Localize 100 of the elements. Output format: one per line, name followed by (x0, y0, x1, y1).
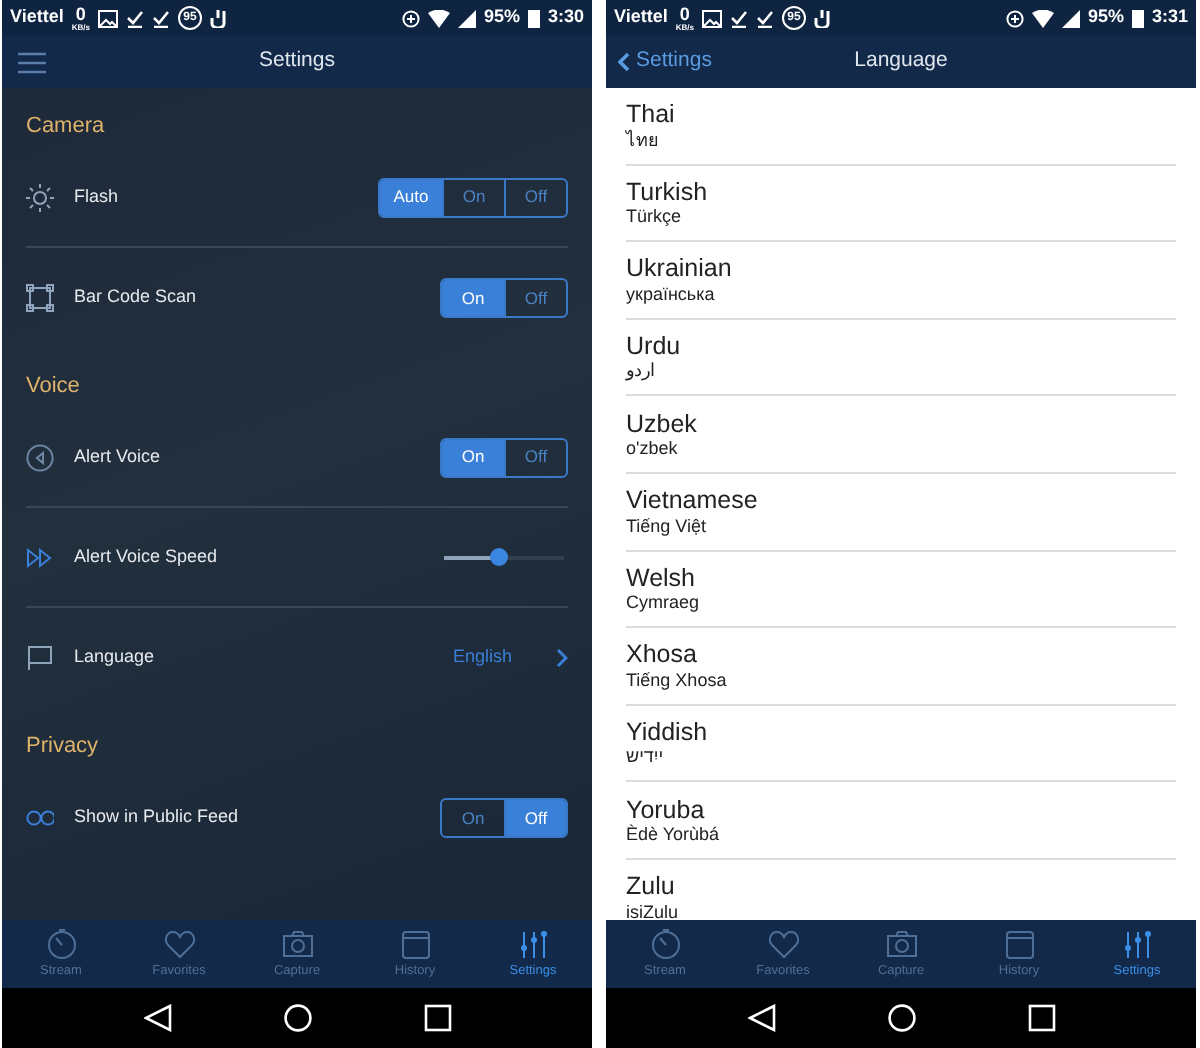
checkmark-icon (125, 9, 144, 27)
sliders-icon (517, 927, 549, 960)
stopwatch-icon (45, 927, 77, 960)
image-icon (701, 9, 722, 27)
native-name: isiZulu (626, 901, 681, 920)
language-name: Uzbek (626, 409, 699, 438)
section-heading: Voice (26, 371, 82, 402)
battery-icon (1131, 8, 1144, 28)
segmented-control[interactable]: On Off (440, 798, 568, 838)
battery-icon (527, 8, 540, 28)
calendar-icon (399, 927, 431, 960)
native-name: اردو (626, 360, 658, 383)
language-name: Thai (626, 100, 677, 130)
camera-icon (885, 927, 917, 960)
signal-icon (457, 9, 476, 27)
home-icon[interactable] (887, 1004, 915, 1032)
segment-option[interactable]: On (442, 179, 504, 215)
checkmark-icon (755, 9, 774, 27)
language-item[interactable]: Uzbek o'zbek (626, 396, 1176, 474)
setting-label: Alert Voice Speed (74, 543, 220, 570)
heart-icon (767, 927, 799, 960)
language-name: Ukrainian (626, 254, 734, 284)
segment-option[interactable]: On (442, 439, 504, 475)
back-icon[interactable] (747, 1004, 775, 1032)
signal-icon (1061, 9, 1080, 27)
segmented-control[interactable]: Auto On Off (378, 177, 568, 217)
back-link[interactable]: Settings (606, 46, 712, 78)
segment-option[interactable]: Off (504, 439, 566, 475)
segment-option[interactable]: Off (504, 280, 566, 316)
battery-level: 95% (1087, 4, 1124, 31)
language-name: Welsh (626, 563, 698, 593)
recents-icon[interactable] (1027, 1004, 1055, 1032)
chevron-left-icon (618, 52, 630, 72)
speaker-icon (26, 443, 54, 471)
recents-icon[interactable] (423, 1004, 451, 1032)
setting-label: Language (74, 644, 157, 671)
native-name: Türkçe (626, 206, 684, 228)
language-item[interactable]: Thai ไทย (626, 88, 1176, 166)
sliders-icon (1121, 927, 1153, 960)
setting-label: Bar Code Scan (74, 284, 199, 311)
screen-title: Settings (259, 46, 335, 77)
battery-level: 95% (483, 4, 520, 31)
native-name: ייִדיש (626, 746, 666, 769)
section-heading: Camera (26, 111, 107, 142)
segment-option[interactable]: Off (504, 800, 566, 836)
language-item[interactable]: Yoruba Èdè Yorùbá (626, 782, 1176, 860)
clock-time: 3:31 (1151, 4, 1188, 31)
setting-value[interactable]: English (452, 644, 512, 672)
language-name: Xhosa (626, 640, 699, 670)
calendar-icon (1003, 927, 1035, 960)
setting-label: Show in Public Feed (74, 804, 241, 831)
clock-time: 3:30 (547, 4, 584, 31)
segmented-control[interactable]: On Off (440, 278, 568, 318)
language-item[interactable]: Welsh Cymraeg (626, 551, 1176, 629)
flag-icon (26, 644, 54, 672)
language-item[interactable]: Turkish Türkçe (626, 165, 1176, 243)
language-name: Turkish (626, 177, 710, 207)
stopwatch-icon (649, 927, 681, 960)
native-name: Tiếng Việt (626, 515, 709, 537)
home-icon[interactable] (283, 1004, 311, 1032)
network-speed: 0 (75, 5, 86, 23)
native-name: Èdè Yorùbá (626, 823, 722, 846)
data-saver-icon (1005, 9, 1024, 27)
carrier-name: Viettel (614, 4, 668, 31)
sun-icon (26, 183, 54, 211)
segmented-control[interactable]: On Off (440, 437, 568, 477)
segment-option[interactable]: On (442, 280, 504, 316)
language-name: Yiddish (626, 717, 710, 747)
checkmark-icon (151, 9, 170, 27)
native-name: Cymraeg (626, 592, 702, 614)
camera-icon (281, 927, 313, 960)
setting-label: Alert Voice (74, 443, 163, 470)
chevron-right-icon[interactable] (556, 648, 568, 668)
setting-label: Flash (74, 183, 121, 210)
language-item[interactable]: Xhosa Tiếng Xhosa (626, 628, 1176, 706)
native-name: o'zbek (626, 437, 680, 460)
back-icon[interactable] (143, 1004, 171, 1032)
segment-option[interactable]: On (442, 800, 504, 836)
checkmark-icon (729, 9, 748, 27)
native-name: Tiếng Xhosa (626, 669, 729, 692)
carrier-name: Viettel (10, 4, 64, 31)
network-speed: 0 (679, 5, 690, 23)
screen-title: Language (854, 46, 948, 77)
language-name: Yoruba (626, 795, 707, 824)
wifi-icon (427, 9, 450, 27)
native-name: ไทย (626, 129, 660, 151)
data-saver-icon (401, 9, 420, 27)
language-item[interactable]: Ukrainian українська (626, 242, 1176, 320)
menu-icon[interactable] (18, 51, 46, 73)
slider-thumb[interactable] (490, 547, 508, 565)
heart-icon (163, 927, 195, 960)
language-name: Urdu (626, 331, 683, 361)
segment-option[interactable]: Auto (380, 179, 442, 215)
language-name: Zulu (626, 872, 677, 902)
image-icon (97, 9, 118, 27)
fast-forward-icon (26, 543, 54, 571)
section-heading: Privacy (26, 731, 101, 762)
native-name: українська (626, 283, 717, 306)
language-item[interactable]: Vietnamese Tiếng Việt (626, 473, 1176, 552)
segment-option[interactable]: Off (504, 179, 566, 215)
